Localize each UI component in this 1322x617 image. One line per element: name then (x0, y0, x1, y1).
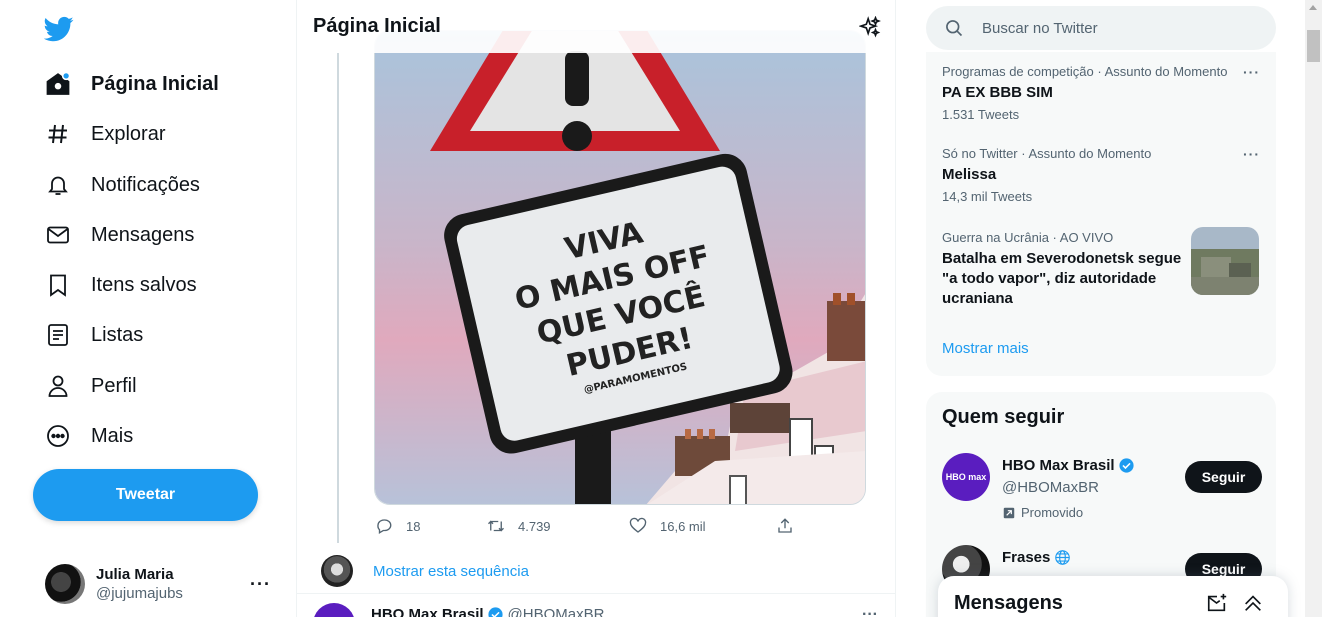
account-handle: @jujumajubs (96, 585, 183, 602)
sparkle-icon[interactable] (858, 15, 881, 38)
nav-item-notifications[interactable]: Notificações (44, 163, 200, 207)
chevron-up-icon[interactable] (1242, 592, 1264, 614)
retweet-count: 4.739 (518, 518, 551, 534)
retweet-button[interactable]: 4.739 (486, 516, 551, 536)
like-count: 16,6 mil (660, 518, 706, 534)
reply-count: 18 (406, 518, 421, 534)
trend-thumbnail (1191, 227, 1259, 295)
nav-item-messages[interactable]: Mensagens (44, 213, 194, 257)
hashtag-icon (44, 120, 72, 148)
scroll-up-arrow-icon[interactable] (1309, 5, 1317, 10)
next-tweet[interactable]: HBO Max Brasil @HBOMaxBR (313, 603, 604, 617)
trend-item[interactable]: Programas de competição · Assunto do Mom… (942, 64, 1262, 122)
show-more-link[interactable]: Mostrar mais (942, 340, 1029, 357)
list-icon (44, 321, 72, 349)
scrollbar[interactable] (1305, 0, 1322, 617)
more-dots-icon[interactable]: ··· (862, 606, 878, 617)
follow-suggestion[interactable]: HBO max HBO Max Brasil @HBOMaxBR Promovi… (942, 453, 1262, 523)
search-icon (944, 18, 964, 38)
show-thread-row[interactable]: Mostrar esta sequência (321, 555, 529, 587)
retweet-icon (486, 516, 506, 536)
nav-label: Notificações (91, 173, 200, 196)
trend-title: Melissa (942, 166, 997, 183)
nav-label: Perfil (91, 374, 137, 397)
page-title: Página Inicial (313, 15, 441, 37)
avatar (321, 555, 353, 587)
more-dots-icon[interactable]: ··· (250, 574, 271, 595)
section-title: Quem seguir (942, 406, 1065, 428)
trend-item[interactable]: Guerra na Ucrânia · AO VIVO Batalha em S… (942, 230, 1182, 309)
more-dots-icon[interactable]: ··· (1243, 64, 1260, 80)
tweet-button[interactable]: Tweetar (33, 469, 258, 521)
trend-count: 14,3 mil Tweets (942, 189, 1033, 204)
avatar: HBO max (942, 453, 990, 501)
more-dots-icon[interactable]: ··· (1243, 146, 1260, 162)
avatar (313, 603, 355, 617)
bell-icon (44, 171, 72, 199)
trend-meta: Só no Twitter · Assunto do Momento (942, 146, 1152, 161)
nav-label: Itens salvos (91, 273, 197, 296)
scrollbar-thumb[interactable] (1307, 30, 1320, 62)
nav-item-bookmarks[interactable]: Itens salvos (44, 263, 197, 307)
nav-label: Listas (91, 323, 144, 346)
trend-meta: Guerra na Ucrânia · AO VIVO (942, 230, 1114, 245)
avatar (45, 564, 85, 604)
trend-title: PA EX BBB SIM (942, 84, 1053, 101)
envelope-icon (44, 221, 72, 249)
messages-drawer[interactable]: Mensagens (938, 576, 1288, 617)
globe-icon (1054, 549, 1071, 566)
nav-label: Explorar (91, 122, 166, 145)
timeline: Página Inicial VIVA O MAIS OFF QUE VOCÊ … (296, 0, 896, 617)
home-icon (44, 70, 72, 98)
messages-drawer-title: Mensagens (954, 592, 1063, 614)
nav-item-home[interactable]: Página Inicial (44, 62, 219, 106)
search-box[interactable]: Buscar no Twitter (926, 6, 1276, 50)
suggestion-name: Frases (1002, 549, 1051, 566)
timeline-header: Página Inicial (297, 0, 895, 53)
nav-item-more[interactable]: Mais (44, 414, 133, 458)
verified-icon (487, 606, 504, 617)
share-button[interactable] (775, 516, 807, 536)
trend-meta: Programas de competição · Assunto do Mom… (942, 64, 1228, 79)
reply-button[interactable]: 18 (374, 516, 420, 536)
nav-label: Mensagens (91, 223, 195, 246)
follow-button[interactable]: Seguir (1185, 461, 1262, 493)
suggestion-handle: @HBOMaxBR (1002, 479, 1099, 496)
promoted-icon (1002, 506, 1016, 520)
reply-icon (374, 516, 394, 536)
search-input[interactable]: Buscar no Twitter (982, 20, 1098, 37)
bookmark-icon (44, 271, 72, 299)
thread-line (337, 53, 339, 543)
nav-item-explore[interactable]: Explorar (44, 112, 165, 156)
divider (297, 593, 895, 594)
heart-icon (628, 516, 648, 536)
verified-icon (1118, 457, 1135, 474)
nav-label: Mais (91, 424, 134, 447)
next-tweet-handle: @HBOMaxBR (507, 606, 605, 617)
suggestion-name: HBO Max Brasil (1002, 457, 1115, 474)
new-message-icon[interactable] (1206, 592, 1228, 614)
trends-panel: Programas de competição · Assunto do Mom… (926, 52, 1276, 376)
show-thread-link[interactable]: Mostrar esta sequência (373, 563, 529, 580)
nav-item-lists[interactable]: Listas (44, 313, 143, 357)
account-switcher[interactable]: Julia Maria @jujumajubs ··· (45, 562, 281, 606)
like-button[interactable]: 16,6 mil (628, 516, 706, 536)
nav-item-profile[interactable]: Perfil (44, 364, 137, 408)
person-icon (44, 372, 72, 400)
trend-item[interactable]: Só no Twitter · Assunto do Momento Melis… (942, 146, 1262, 204)
account-name: Julia Maria (96, 566, 174, 583)
trend-count: 1.531 Tweets (942, 107, 1020, 122)
promoted-text: Promovido (1021, 505, 1084, 520)
twitter-logo-icon[interactable] (43, 14, 76, 44)
share-icon (775, 516, 795, 536)
promoted-label: Promovido (1002, 505, 1083, 520)
trend-title: Batalha em Severodonetsk segue "a todo v… (942, 250, 1182, 307)
next-tweet-name: HBO Max Brasil (371, 606, 484, 617)
tweet-actions: 18 4.739 16,6 mil (374, 516, 804, 540)
more-circle-icon (44, 422, 72, 450)
left-nav: Página Inicial Explorar Notificações Men… (0, 0, 296, 617)
tweet-image[interactable]: VIVA O MAIS OFF QUE VOCÊ PUDER! @PARAMOM… (374, 30, 866, 505)
nav-label: Página Inicial (91, 72, 219, 95)
